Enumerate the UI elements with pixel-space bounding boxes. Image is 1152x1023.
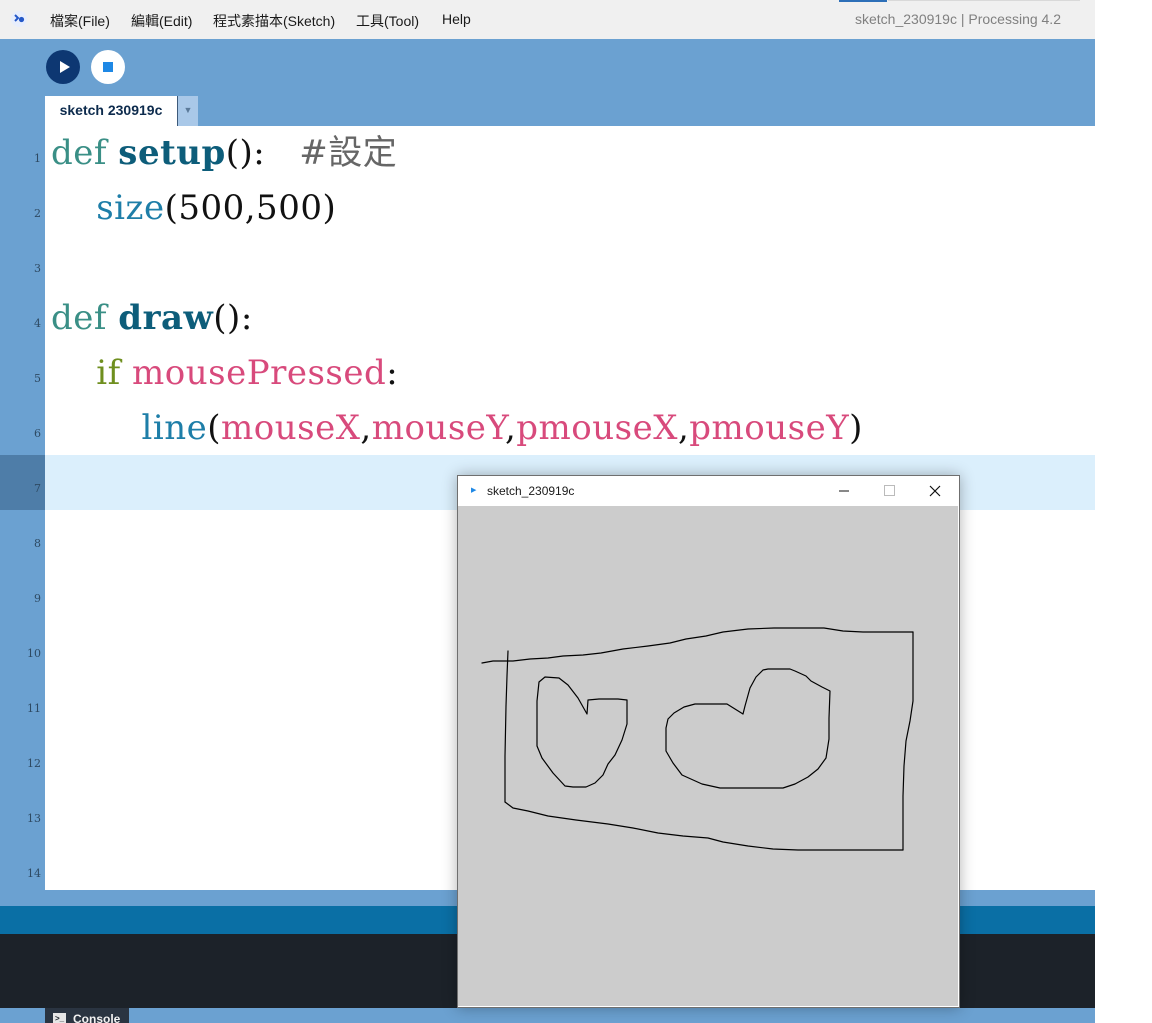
- drawn-stroke: [481, 627, 914, 664]
- console-tab-label: Console: [73, 1012, 121, 1023]
- variable: pmouseY: [689, 408, 850, 448]
- chevron-down-icon: ▼: [183, 105, 193, 115]
- processing-icon: ▶: [471, 487, 477, 494]
- function-call: line: [141, 408, 208, 448]
- menu-sketch[interactable]: 程式素描本(Sketch): [213, 11, 335, 31]
- code-text: ): [849, 408, 863, 448]
- menu-help[interactable]: Help: [442, 11, 471, 27]
- line-number: 4: [34, 317, 41, 330]
- line-number: 14: [27, 867, 41, 880]
- drawn-stroke: [902, 631, 914, 851]
- code-text: (500,500): [164, 188, 337, 228]
- menu-bar: 檔案(File) 編輯(Edit) 程式素描本(Sketch) 工具(Tool)…: [0, 0, 1095, 39]
- line-number: 12: [27, 757, 41, 770]
- sketch-window-title: sketch_230919c: [487, 484, 575, 498]
- comment: #設定: [299, 133, 398, 173]
- code-line-6: line(mouseX,mouseY,pmouseX,pmouseY): [51, 408, 863, 448]
- line-number: 6: [34, 427, 41, 440]
- code-text: ():: [213, 298, 253, 338]
- code-text: ,: [360, 408, 372, 448]
- function-name: setup: [118, 133, 226, 173]
- close-icon: [929, 485, 941, 497]
- code-text: (: [207, 408, 222, 448]
- variable: mouseY: [371, 408, 505, 448]
- code-line-5: if mousePressed:: [51, 353, 398, 393]
- menu-tool[interactable]: 工具(Tool): [356, 11, 419, 31]
- line-number: 3: [34, 262, 41, 275]
- keyword: def: [51, 298, 107, 338]
- keyword: if: [96, 353, 121, 393]
- line-number: 9: [34, 592, 41, 605]
- minimize-button[interactable]: [821, 476, 867, 506]
- drawing: [481, 627, 914, 851]
- drawn-stroke: [536, 676, 628, 788]
- line-number: 5: [34, 372, 41, 385]
- keyword: def: [51, 133, 107, 173]
- variable: mouseX: [221, 408, 361, 448]
- function-name: draw: [118, 298, 214, 338]
- window-title: sketch_230919c | Processing 4.2: [855, 11, 1061, 27]
- function-call: size: [96, 188, 165, 228]
- code-text: :: [386, 353, 399, 393]
- line-number: 10: [27, 647, 41, 660]
- code-text: ,: [677, 408, 690, 448]
- line-number: 13: [27, 812, 41, 825]
- processing-logo-icon: [11, 11, 27, 27]
- drawn-stroke: [504, 801, 904, 851]
- sketch-canvas[interactable]: [458, 506, 958, 1006]
- sketch-titlebar[interactable]: ▶ sketch_230919c: [458, 476, 959, 506]
- line-number: 2: [34, 207, 41, 220]
- line-number: 1: [34, 152, 41, 165]
- console-icon: >_: [53, 1013, 66, 1023]
- stop-button[interactable]: [91, 50, 125, 84]
- minimize-icon: [839, 490, 849, 492]
- close-button[interactable]: [912, 476, 958, 506]
- stop-icon: [103, 62, 113, 72]
- line-number: 7: [34, 482, 41, 495]
- line-number: 11: [27, 702, 41, 715]
- code-line-4: def draw():: [51, 298, 253, 338]
- menu-edit[interactable]: 編輯(Edit): [131, 11, 192, 31]
- sketch-window: ▶ sketch_230919c: [457, 475, 960, 1008]
- play-icon: [60, 61, 70, 73]
- line-number: 8: [34, 537, 41, 550]
- bottom-tab-bar: [0, 1008, 1095, 1023]
- drawn-stroke: [665, 668, 831, 789]
- run-button[interactable]: [46, 50, 80, 84]
- code-line-1: def setup(): #設定: [51, 133, 397, 173]
- console-tab[interactable]: >_ Console: [45, 1008, 129, 1023]
- variable: mousePressed: [132, 353, 387, 393]
- code-text: ():: [225, 133, 300, 173]
- variable: pmouseX: [516, 408, 678, 448]
- code-text: ,: [504, 408, 517, 448]
- maximize-icon: [884, 485, 895, 496]
- menu-file[interactable]: 檔案(File): [50, 11, 110, 31]
- title-accent: [839, 0, 887, 2]
- tab-menu-button[interactable]: ▼: [178, 96, 198, 126]
- tab-sketch[interactable]: sketch 230919c: [45, 96, 177, 126]
- drawn-stroke: [504, 650, 509, 803]
- maximize-button[interactable]: [866, 476, 912, 506]
- code-line-2: size(500,500): [51, 188, 336, 228]
- title-accent-line: [888, 0, 1080, 1]
